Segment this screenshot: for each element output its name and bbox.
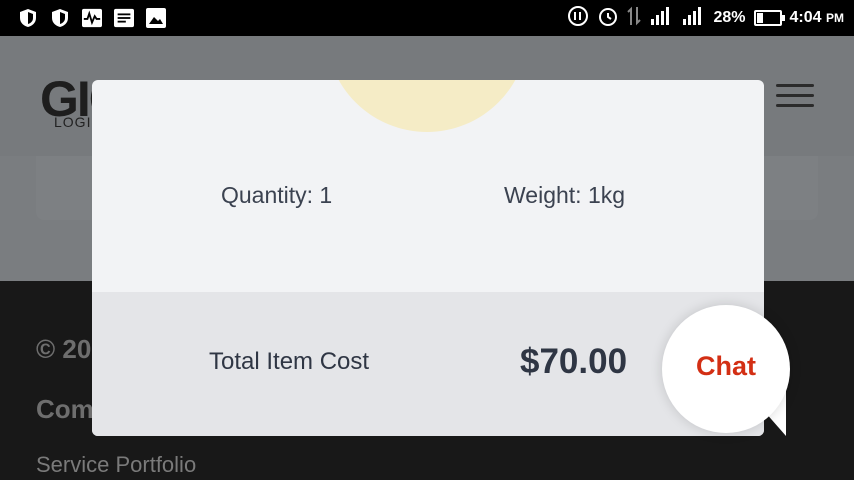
battery-icon xyxy=(753,10,785,26)
footer-company-heading: Com xyxy=(36,394,94,424)
footer-copyright: © 20 xyxy=(36,334,92,364)
item-weight: Weight: 1kg xyxy=(504,182,626,208)
total-cost-value: $70.00 xyxy=(520,342,628,381)
signal-icon xyxy=(681,5,705,32)
status-bar: 28% 4:04 PM xyxy=(0,0,854,36)
image-icon xyxy=(146,8,166,28)
clock: 4:04 PM xyxy=(790,9,844,27)
shield-icon xyxy=(50,8,70,28)
clock-ampm: PM xyxy=(826,11,844,25)
item-image xyxy=(326,80,528,132)
data-saver-icon xyxy=(567,5,589,32)
signal-icon xyxy=(649,5,673,32)
news-icon xyxy=(114,8,134,28)
system-icons: 28% 4:04 PM xyxy=(567,0,844,36)
shield-icon xyxy=(18,8,38,28)
notification-icons xyxy=(0,8,166,28)
chat-label: Chat xyxy=(696,351,756,381)
footer-link-service-portfolio[interactable]: Service Portfolio xyxy=(36,452,196,478)
clock-time: 4:04 xyxy=(789,9,822,26)
total-cost-label: Total Item Cost xyxy=(209,348,370,375)
menu-icon[interactable] xyxy=(776,84,814,108)
activity-icon xyxy=(82,8,102,28)
alarm-icon xyxy=(597,5,619,32)
chat-button[interactable]: Chat xyxy=(662,305,790,433)
item-quantity: Quantity: 1 xyxy=(221,182,333,208)
data-transfer-icon xyxy=(627,5,642,32)
battery-percent: 28% xyxy=(713,9,746,26)
battery-fill xyxy=(756,13,763,23)
